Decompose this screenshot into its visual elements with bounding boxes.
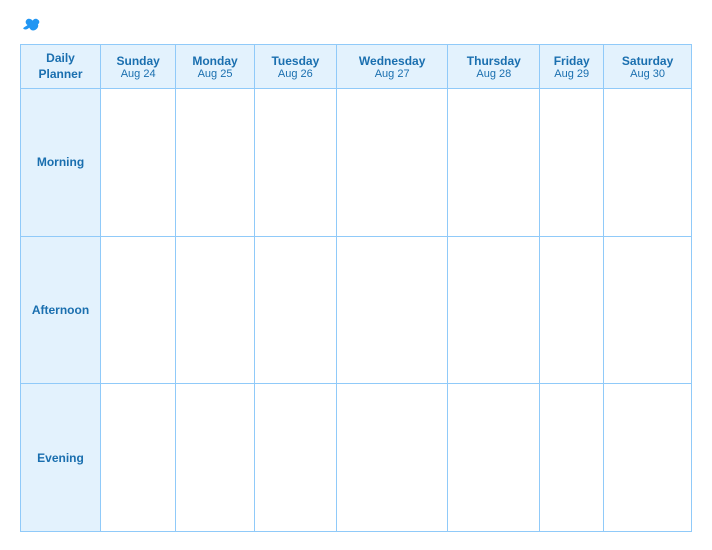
day-name: Wednesday: [339, 54, 445, 68]
header-day-wednesday: WednesdayAug 27: [336, 45, 447, 89]
day-name: Sunday: [103, 54, 173, 68]
header-day-thursday: ThursdayAug 28: [448, 45, 540, 89]
day-date: Aug 29: [542, 68, 601, 80]
day-date: Aug 28: [450, 68, 537, 80]
header-day-monday: MondayAug 25: [176, 45, 254, 89]
logo-blue-container: [20, 18, 40, 32]
cell-afternoon-wednesday[interactable]: [336, 236, 447, 384]
section-label-afternoon: Afternoon: [21, 236, 101, 384]
header-day-tuesday: TuesdayAug 26: [254, 45, 336, 89]
day-date: Aug 24: [103, 68, 173, 80]
day-name: Tuesday: [257, 54, 334, 68]
daily-planner-header-text: DailyPlanner: [38, 51, 82, 81]
day-name: Saturday: [606, 54, 689, 68]
day-date: Aug 25: [178, 68, 251, 80]
cell-afternoon-friday[interactable]: [540, 236, 604, 384]
cell-evening-monday[interactable]: [176, 384, 254, 532]
cell-morning-wednesday[interactable]: [336, 89, 447, 237]
cell-morning-sunday[interactable]: [101, 89, 176, 237]
cell-morning-friday[interactable]: [540, 89, 604, 237]
planner-table: DailyPlanner SundayAug 24MondayAug 25Tue…: [20, 44, 692, 532]
day-name: Monday: [178, 54, 251, 68]
header-day-saturday: SaturdayAug 30: [604, 45, 692, 89]
cell-evening-thursday[interactable]: [448, 384, 540, 532]
cell-morning-tuesday[interactable]: [254, 89, 336, 237]
cell-evening-friday[interactable]: [540, 384, 604, 532]
cell-evening-saturday[interactable]: [604, 384, 692, 532]
cell-afternoon-sunday[interactable]: [101, 236, 176, 384]
day-date: Aug 30: [606, 68, 689, 80]
day-date: Aug 26: [257, 68, 334, 80]
cell-evening-sunday[interactable]: [101, 384, 176, 532]
section-label-morning: Morning: [21, 89, 101, 237]
day-name: Thursday: [450, 54, 537, 68]
day-name: Friday: [542, 54, 601, 68]
page-header: [20, 18, 692, 32]
cell-evening-wednesday[interactable]: [336, 384, 447, 532]
cell-afternoon-monday[interactable]: [176, 236, 254, 384]
header-day-friday: FridayAug 29: [540, 45, 604, 89]
day-date: Aug 27: [339, 68, 445, 80]
row-evening: Evening: [21, 384, 692, 532]
cell-afternoon-saturday[interactable]: [604, 236, 692, 384]
header-day-sunday: SundayAug 24: [101, 45, 176, 89]
cell-evening-tuesday[interactable]: [254, 384, 336, 532]
cell-morning-monday[interactable]: [176, 89, 254, 237]
row-afternoon: Afternoon: [21, 236, 692, 384]
cell-morning-thursday[interactable]: [448, 89, 540, 237]
cell-morning-saturday[interactable]: [604, 89, 692, 237]
cell-afternoon-thursday[interactable]: [448, 236, 540, 384]
logo-container: [20, 18, 40, 32]
section-label-evening: Evening: [21, 384, 101, 532]
header-row: DailyPlanner SundayAug 24MondayAug 25Tue…: [21, 45, 692, 89]
table-header-label: DailyPlanner: [21, 45, 101, 89]
cell-afternoon-tuesday[interactable]: [254, 236, 336, 384]
logo-bird-icon: [22, 18, 40, 32]
row-morning: Morning: [21, 89, 692, 237]
